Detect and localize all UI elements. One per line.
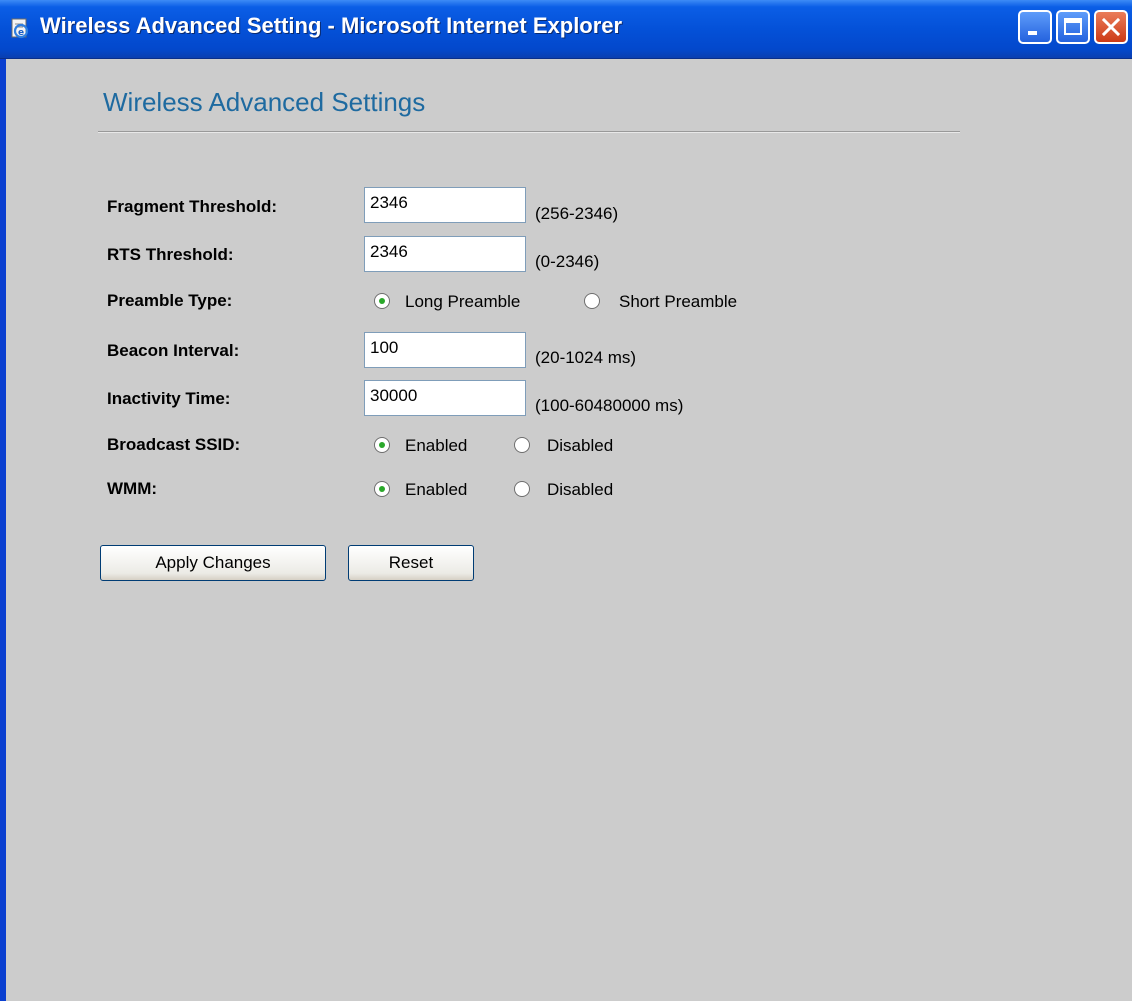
reset-button[interactable]: Reset bbox=[348, 545, 474, 581]
preamble-type-label: Preamble Type: bbox=[107, 291, 233, 310]
wmm-disabled-label[interactable]: Disabled bbox=[547, 480, 613, 500]
wmm-label: WMM: bbox=[107, 479, 158, 498]
long-preamble-label[interactable]: Long Preamble bbox=[405, 292, 520, 312]
rts-threshold-label: RTS Threshold: bbox=[107, 245, 234, 264]
beacon-interval-range: (20-1024 ms) bbox=[535, 348, 637, 367]
close-icon bbox=[1101, 17, 1121, 37]
close-button[interactable] bbox=[1094, 10, 1128, 44]
ie-page-icon: e bbox=[11, 18, 29, 39]
minimize-button[interactable] bbox=[1018, 10, 1052, 44]
minimize-icon bbox=[1028, 31, 1037, 35]
fragment-threshold-range: (256-2346) bbox=[535, 204, 619, 223]
beacon-interval-input[interactable] bbox=[364, 332, 526, 368]
wmm-enabled-label[interactable]: Enabled bbox=[405, 480, 467, 500]
fragment-threshold-input[interactable] bbox=[364, 187, 526, 223]
apply-changes-button[interactable]: Apply Changes bbox=[100, 545, 326, 581]
beacon-interval-label: Beacon Interval: bbox=[107, 341, 240, 360]
title-divider bbox=[98, 131, 960, 133]
short-preamble-label[interactable]: Short Preamble bbox=[619, 292, 737, 312]
broadcast-ssid-enabled-radio[interactable] bbox=[374, 437, 390, 453]
long-preamble-radio[interactable] bbox=[374, 293, 390, 309]
svg-text:e: e bbox=[18, 28, 24, 38]
broadcast-ssid-disabled-label[interactable]: Disabled bbox=[547, 436, 613, 456]
short-preamble-radio[interactable] bbox=[584, 293, 600, 309]
window-titlebar[interactable]: e Wireless Advanced Setting - Microsoft … bbox=[0, 0, 1132, 59]
page-title: Wireless Advanced Settings bbox=[103, 87, 426, 117]
inactivity-time-input[interactable] bbox=[364, 380, 526, 416]
broadcast-ssid-disabled-radio[interactable] bbox=[514, 437, 530, 453]
rts-threshold-range: (0-2346) bbox=[535, 252, 600, 271]
broadcast-ssid-label: Broadcast SSID: bbox=[107, 435, 241, 454]
broadcast-ssid-enabled-label[interactable]: Enabled bbox=[405, 436, 467, 456]
maximize-button[interactable] bbox=[1056, 10, 1090, 44]
inactivity-time-range: (100-60480000 ms) bbox=[535, 396, 684, 415]
fragment-threshold-label: Fragment Threshold: bbox=[107, 197, 278, 216]
inactivity-time-label: Inactivity Time: bbox=[107, 389, 231, 408]
wmm-disabled-radio[interactable] bbox=[514, 481, 530, 497]
rts-threshold-input[interactable] bbox=[364, 236, 526, 272]
wmm-enabled-radio[interactable] bbox=[374, 481, 390, 497]
maximize-icon bbox=[1064, 18, 1082, 35]
window-title: Wireless Advanced Setting - Microsoft In… bbox=[40, 13, 623, 38]
